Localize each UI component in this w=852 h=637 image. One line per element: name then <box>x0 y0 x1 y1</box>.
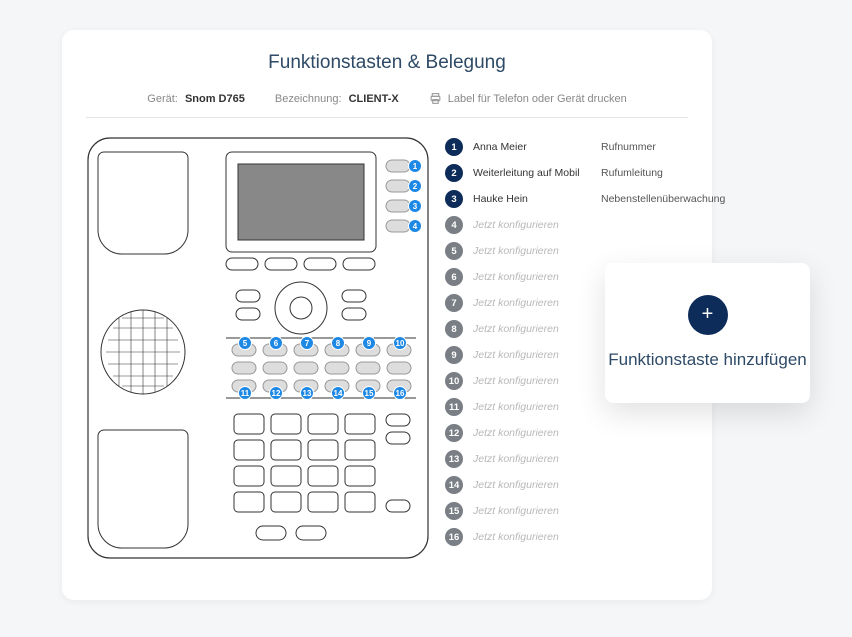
key-number-badge: 11 <box>445 398 463 416</box>
key-configure-link[interactable]: Jetzt konfigurieren <box>473 505 601 517</box>
key-configure-link[interactable]: Jetzt konfigurieren <box>473 245 601 257</box>
function-key-row[interactable]: 15 Jetzt konfigurieren <box>445 498 725 524</box>
key-number-badge: 9 <box>445 346 463 364</box>
function-key-row[interactable]: 3 Hauke HeinNebenstellenüberwachung <box>445 186 725 212</box>
printer-icon <box>429 92 442 105</box>
function-key-row[interactable]: 13 Jetzt konfigurieren <box>445 446 725 472</box>
function-key-row[interactable]: 5 Jetzt konfigurieren <box>445 238 725 264</box>
add-function-key-label: Funktionstaste hinzufügen <box>608 349 806 371</box>
key-label: Anna Meier <box>473 141 601 153</box>
device-info: Gerät: Snom D765 <box>147 93 245 105</box>
diagram-key-badge: 6 <box>269 336 283 350</box>
function-key-row[interactable]: 4 Jetzt konfigurieren <box>445 212 725 238</box>
key-configure-link[interactable]: Jetzt konfigurieren <box>473 479 601 491</box>
key-configure-link[interactable]: Jetzt konfigurieren <box>473 531 601 543</box>
function-key-row[interactable]: 1 Anna MeierRufnummer <box>445 134 725 160</box>
print-label-link[interactable]: Label für Telefon oder Gerät drucken <box>429 92 627 105</box>
key-number-badge: 2 <box>445 164 463 182</box>
diagram-key-badge: 9 <box>362 336 376 350</box>
diagram-key-badge: 11 <box>238 386 252 400</box>
diagram-key-badge: 15 <box>362 386 376 400</box>
diagram-key-badge: 14 <box>331 386 345 400</box>
diagram-key-badge: 13 <box>300 386 314 400</box>
plus-icon: + <box>688 295 728 335</box>
key-number-badge: 15 <box>445 502 463 520</box>
diagram-key-badge: 5 <box>238 336 252 350</box>
name-info: Bezeichnung: CLIENT-X <box>275 93 399 105</box>
key-number-badge: 3 <box>445 190 463 208</box>
key-configure-link[interactable]: Jetzt konfigurieren <box>473 427 601 439</box>
key-configure-link[interactable]: Jetzt konfigurieren <box>473 323 601 335</box>
key-configure-link[interactable]: Jetzt konfigurieren <box>473 219 601 231</box>
add-function-key-card[interactable]: + Funktionstaste hinzufügen <box>605 263 810 403</box>
page-title: Funktionstasten & Belegung <box>86 52 688 74</box>
function-key-row[interactable]: 16 Jetzt konfigurieren <box>445 524 725 550</box>
name-value: CLIENT-X <box>349 93 399 105</box>
key-configure-link[interactable]: Jetzt konfigurieren <box>473 349 601 361</box>
key-configure-link[interactable]: Jetzt konfigurieren <box>473 271 601 283</box>
function-key-row[interactable]: 12 Jetzt konfigurieren <box>445 420 725 446</box>
key-label: Hauke Hein <box>473 193 601 205</box>
key-number-badge: 16 <box>445 528 463 546</box>
function-key-row[interactable]: 2 Weiterleitung auf MobilRufumleitung <box>445 160 725 186</box>
key-type: Nebenstellenüberwachung <box>601 193 725 205</box>
diagram-key-badge: 2 <box>408 179 422 193</box>
key-number-badge: 6 <box>445 268 463 286</box>
key-type: Rufnummer <box>601 141 656 153</box>
key-label: Weiterleitung auf Mobil <box>473 167 601 179</box>
phone-diagram: 12345678910111213141516 <box>86 130 431 565</box>
key-number-badge: 1 <box>445 138 463 156</box>
key-configure-link[interactable]: Jetzt konfigurieren <box>473 297 601 309</box>
key-number-badge: 8 <box>445 320 463 338</box>
key-configure-link[interactable]: Jetzt konfigurieren <box>473 453 601 465</box>
key-configure-link[interactable]: Jetzt konfigurieren <box>473 375 601 387</box>
key-number-badge: 14 <box>445 476 463 494</box>
key-number-badge: 12 <box>445 424 463 442</box>
device-label: Gerät: <box>147 93 178 105</box>
diagram-key-badge: 16 <box>393 386 407 400</box>
print-label-text: Label für Telefon oder Gerät drucken <box>448 93 627 105</box>
diagram-key-badge: 4 <box>408 219 422 233</box>
function-key-row[interactable]: 14 Jetzt konfigurieren <box>445 472 725 498</box>
device-value: Snom D765 <box>185 93 245 105</box>
diagram-key-badge: 3 <box>408 199 422 213</box>
name-label: Bezeichnung: <box>275 93 342 105</box>
key-number-badge: 5 <box>445 242 463 260</box>
key-configure-link[interactable]: Jetzt konfigurieren <box>473 401 601 413</box>
diagram-key-badge: 10 <box>393 336 407 350</box>
key-type: Rufumleitung <box>601 167 663 179</box>
diagram-key-badge: 8 <box>331 336 345 350</box>
key-number-badge: 13 <box>445 450 463 468</box>
diagram-key-badge: 1 <box>408 159 422 173</box>
key-number-badge: 4 <box>445 216 463 234</box>
diagram-key-badge: 12 <box>269 386 283 400</box>
key-number-badge: 10 <box>445 372 463 390</box>
key-number-badge: 7 <box>445 294 463 312</box>
device-info-row: Gerät: Snom D765 Bezeichnung: CLIENT-X L… <box>86 92 688 118</box>
diagram-key-badge: 7 <box>300 336 314 350</box>
